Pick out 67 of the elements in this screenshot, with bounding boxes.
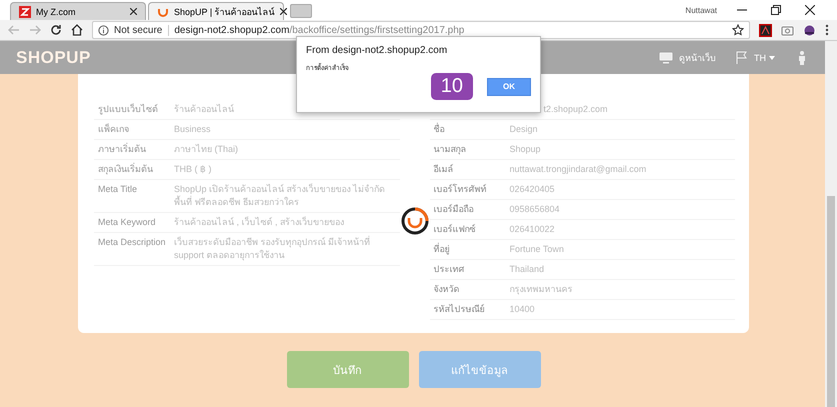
field-value: ร้านค้าออนไลน์ , เว็บไซต์ , สร้างเว็บขายของ (174, 216, 346, 229)
close-icon[interactable] (130, 8, 137, 15)
view-site-link[interactable]: ดูหน้าเว็บ (679, 50, 716, 64)
restore-icon[interactable] (771, 5, 781, 15)
field-label: ประเทศ (434, 263, 466, 276)
save-button[interactable]: บันทึก (286, 351, 408, 388)
language-dropdown[interactable]: TH (754, 52, 775, 62)
field-label: เบอร์แฟกซ์ (434, 223, 476, 236)
tab-title: My Z.com (36, 6, 76, 16)
browser-tab[interactable]: My Z.com (10, 2, 146, 20)
field-label: สกุลเงินเริ่มต้น (98, 163, 154, 176)
field-label: ที่อยู่ (434, 243, 450, 256)
loading-spinner-icon (400, 206, 430, 236)
logo[interactable]: SHOPUP (16, 48, 91, 68)
field-value: THB ( ฿ ) (174, 163, 212, 176)
profile-name[interactable]: Nuttawat (685, 6, 717, 14)
field-value: ShopUp เปิดร้านค้าออนไลน์ สร้างเว็บขายของ ไม่จำกัดพื้นที่ ฟรีตลอดชีพ ธีมสวยกว่าใคร (174, 183, 386, 209)
step-badge: 10 (430, 73, 473, 100)
scrollbar[interactable] (825, 41, 837, 407)
reload-icon[interactable] (50, 24, 62, 36)
field-value: ร้านค้าออนไลน์ (174, 103, 235, 116)
field-label: ภาษาเริ่มต้น (98, 143, 147, 156)
address-field[interactable]: Not secure design-not2.shopup2.com/backoffice/settings/firstsetting2017.php (92, 21, 750, 39)
field-value: กรุงเทพมหานคร (510, 283, 574, 296)
field-value: ภาษาไทย (Thai) (174, 143, 240, 156)
browser-tab[interactable]: ShopUP | ร้านค้าออนไลน์ (148, 2, 284, 20)
star-icon[interactable] (732, 24, 744, 36)
field-value: nuttawat.trongjindarat@gmail.com (510, 163, 648, 176)
pdf-extension-icon[interactable] (759, 24, 772, 36)
field-value: Shopup (510, 143, 542, 156)
field-value: Fortune Town (510, 243, 565, 256)
field-label: รหัสไปรษณีย์ (434, 303, 486, 316)
ok-button[interactable]: OK (487, 78, 531, 96)
url-text: design-not2.shopup2.com/backoffice/settings/firstsetting2017.php (174, 24, 464, 36)
field-label: นามสกุล (434, 143, 468, 156)
menu-icon[interactable] (825, 24, 829, 36)
hat-extension-icon[interactable] (803, 24, 816, 36)
field-value: 0958656804 (510, 203, 561, 216)
caret-icon (769, 56, 775, 60)
z-logo-icon (19, 6, 31, 18)
field-label: เบอร์มือถือ (434, 203, 474, 216)
field-value: Business (174, 123, 212, 136)
edit-button[interactable]: แก้ไขข้อมูล (418, 351, 540, 388)
field-value: 026410022 (510, 223, 556, 236)
field-label: ชื่อ (434, 123, 446, 136)
field-value: Thailand (510, 263, 546, 276)
home-icon[interactable] (71, 24, 83, 36)
field-label: รูปแบบเว็บไซต์ (98, 103, 159, 116)
field-label: อีเมล์ (434, 163, 454, 176)
info-icon (98, 24, 109, 36)
field-label: แพ็คเกจ (98, 123, 130, 136)
field-label: Meta Title (98, 183, 138, 196)
field-label: จังหวัด (434, 283, 460, 296)
close-icon[interactable] (805, 5, 815, 15)
close-icon[interactable] (280, 8, 287, 15)
security-label: Not secure (114, 24, 170, 36)
field-value: t2.shopup2.com (542, 103, 609, 116)
camera-icon[interactable] (781, 24, 794, 36)
field-value: 10400 (510, 303, 536, 316)
field-label: เบอร์โทรศัพท์ (434, 183, 488, 196)
dialog-title: From design-not2.shopup2.com (306, 45, 448, 56)
field-value: Design (510, 123, 539, 136)
tab-title: ShopUP | ร้านค้าออนไลน์ (174, 6, 275, 18)
field-value: 026420405 (510, 183, 556, 196)
field-value: เว็บสวยระดับมืออาชีพ รองรับทุกอุปกรณ์ มีเจ้าหน้าที่ support ตลอดอายุการใช้งาน (174, 236, 372, 262)
field-label: Meta Keyword (98, 216, 157, 229)
field-label: Meta Description (98, 236, 167, 249)
